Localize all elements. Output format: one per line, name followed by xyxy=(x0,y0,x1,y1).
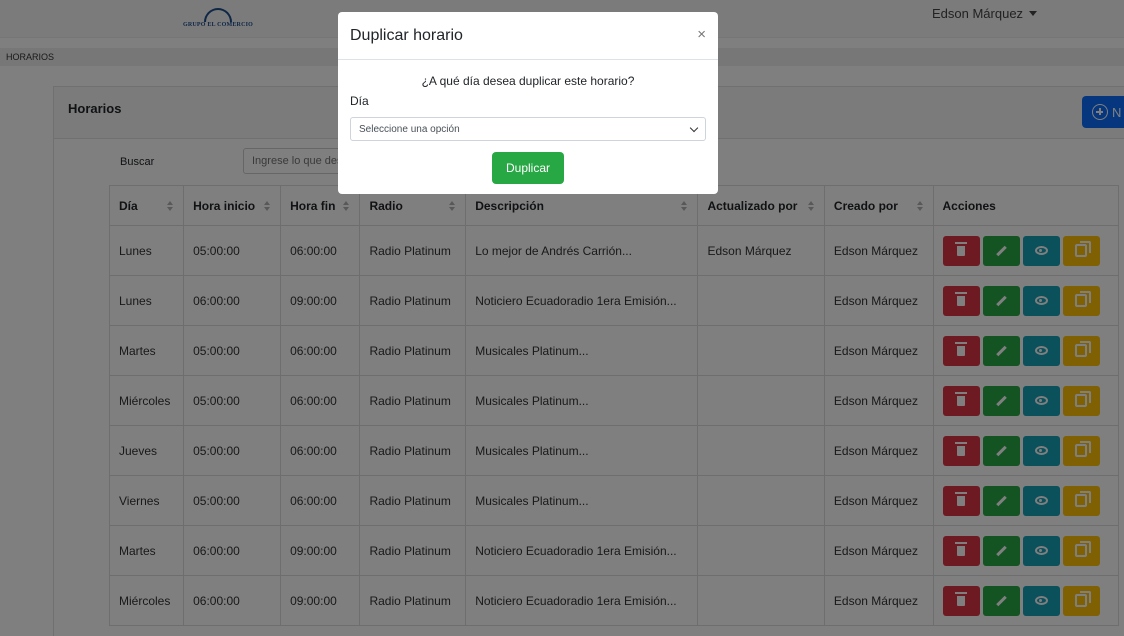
duplicate-schedule-modal: Duplicar horario × ¿A qué día desea dupl… xyxy=(338,12,718,194)
day-select-value: Seleccione una opción xyxy=(359,123,460,135)
modal-title: Duplicar horario xyxy=(350,27,463,44)
day-select[interactable]: Seleccione una opción xyxy=(350,117,706,141)
day-label: Día xyxy=(350,94,369,108)
close-icon[interactable]: × xyxy=(697,26,706,43)
duplicate-button[interactable]: Duplicar xyxy=(492,152,564,184)
chevron-down-icon xyxy=(689,123,699,132)
modal-header: Duplicar horario × xyxy=(338,12,718,60)
modal-question: ¿A qué día desea duplicar este horario? xyxy=(421,74,635,88)
